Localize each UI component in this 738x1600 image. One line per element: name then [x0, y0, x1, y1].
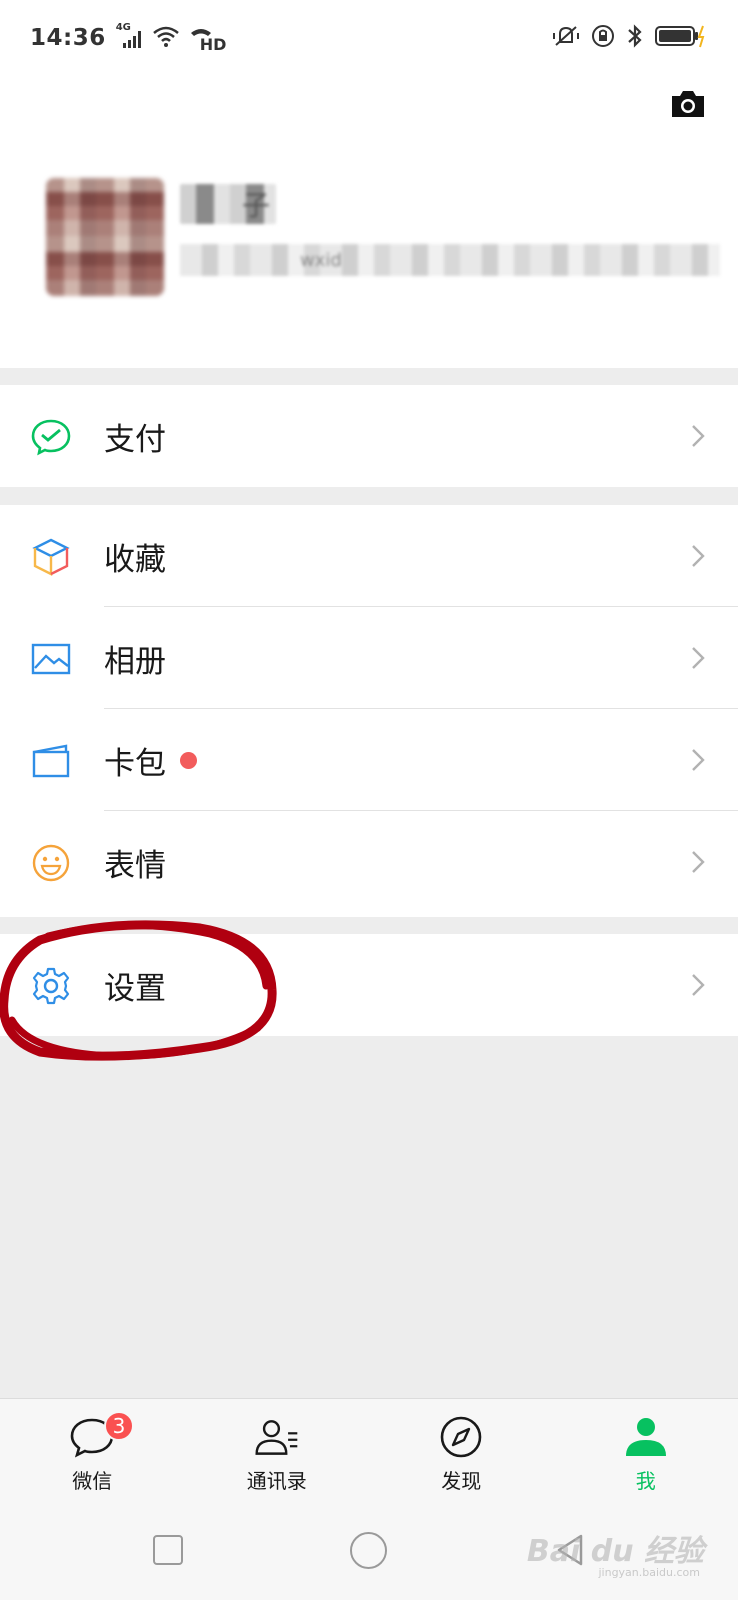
tab-chats[interactable]: 微信 3 — [0, 1399, 185, 1504]
menu-item-label: 收藏 — [104, 541, 166, 578]
system-nav-bar: Bai du 经验 jingyan.baidu.com — [0, 1504, 738, 1600]
menu-item-label: 表情 — [104, 847, 166, 884]
red-dot-badge — [180, 752, 197, 769]
menu-group-main: 收藏 相册 卡包 表情 — [0, 505, 738, 917]
bluetooth-icon — [626, 23, 644, 53]
menu-item-album[interactable]: 相册 — [0, 607, 738, 709]
menu-item-label: 支付 — [104, 421, 166, 458]
status-right-icons — [552, 23, 708, 53]
chevron-right-icon — [688, 644, 708, 672]
settings-gear-icon — [30, 965, 72, 1007]
tab-discover[interactable]: 发现 — [369, 1399, 554, 1504]
avatar[interactable] — [46, 178, 164, 296]
wxid-prefix: wxid — [300, 249, 342, 271]
menu-item-stickers[interactable]: 表情 — [0, 811, 738, 913]
tab-label: 通讯录 — [246, 1469, 307, 1493]
menu-item-settings[interactable]: 设置 — [0, 934, 738, 1036]
home-button[interactable] — [350, 1532, 387, 1569]
wifi-icon — [152, 24, 180, 52]
recents-button[interactable] — [153, 1535, 183, 1565]
menu-item-pay[interactable]: 支付 — [0, 385, 738, 487]
profile-name-visible: 子 — [242, 189, 271, 222]
chevron-right-icon — [688, 542, 708, 570]
menu-item-card-wallet[interactable]: 卡包 — [0, 709, 738, 811]
vibrate-icon — [552, 23, 580, 53]
unread-badge: 3 — [104, 1411, 134, 1441]
chevron-right-icon — [688, 746, 708, 774]
watermark-url: jingyan.baidu.com — [598, 1566, 700, 1579]
menu-item-label: 设置 — [104, 970, 166, 1007]
tab-label: 微信 — [72, 1469, 113, 1493]
menu-item-label: 相册 — [104, 643, 166, 680]
tab-bar: 微信 3 通讯录 发现 我 — [0, 1398, 738, 1504]
pay-icon — [30, 416, 72, 458]
chevron-right-icon — [688, 971, 708, 999]
rotation-lock-icon — [590, 23, 616, 53]
me-person-icon — [622, 1413, 670, 1461]
chevron-right-icon — [688, 422, 708, 450]
menu-group-settings: 设置 — [0, 934, 738, 1036]
signal-icon: 4G — [116, 22, 144, 50]
status-time: 14:36 — [30, 25, 106, 51]
album-icon — [30, 638, 72, 680]
menu-item-label: 卡包 — [104, 745, 166, 782]
camera-icon — [669, 88, 707, 124]
menu-group-pay: 支付 — [0, 385, 738, 487]
card-wallet-icon — [30, 740, 72, 782]
profile-section[interactable]: 子 wxid — [0, 76, 738, 368]
sticker-smile-icon — [30, 842, 72, 884]
tab-contacts[interactable]: 通讯录 — [185, 1399, 370, 1504]
status-bar: 14:36 4G HD — [0, 0, 738, 76]
profile-name: 子 — [180, 184, 276, 224]
tab-me[interactable]: 我 — [554, 1399, 738, 1504]
menu-item-favorites[interactable]: 收藏 — [0, 505, 738, 607]
status-left-icons: 4G HD — [116, 22, 227, 54]
compass-icon — [437, 1413, 485, 1461]
favorites-cube-icon — [30, 536, 72, 578]
contacts-icon — [253, 1413, 301, 1461]
network-type-label: 4G — [115, 22, 131, 33]
tab-label: 发现 — [441, 1469, 482, 1493]
tab-label: 我 — [635, 1469, 656, 1493]
battery-charging-icon — [654, 23, 708, 53]
hd-call-icon: HD — [188, 23, 227, 54]
chevron-right-icon — [688, 848, 708, 876]
watermark-logo: Bai du 经验 — [526, 1534, 704, 1569]
profile-wxid: wxid — [180, 244, 720, 276]
hd-label: HD — [199, 34, 227, 54]
camera-button[interactable] — [668, 86, 708, 126]
